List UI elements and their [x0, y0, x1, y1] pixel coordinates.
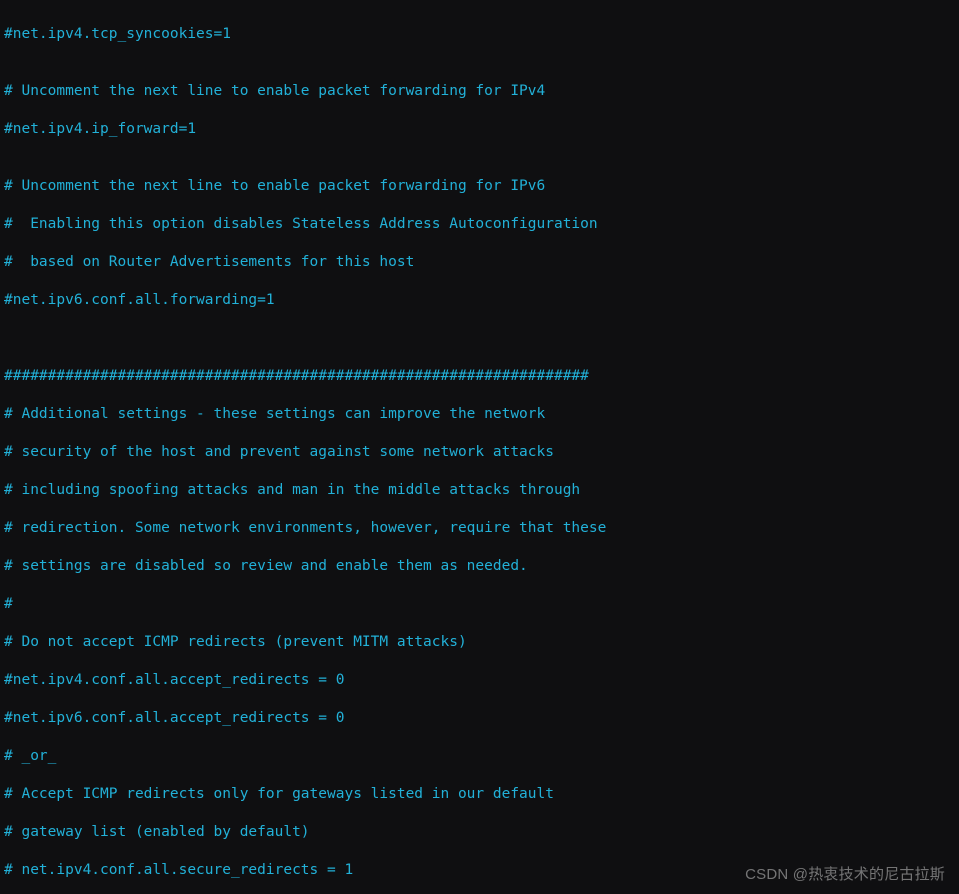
config-line: # Uncomment the next line to enable pack…	[4, 82, 955, 101]
config-line: ########################################…	[4, 367, 955, 386]
config-line: # _or_	[4, 747, 955, 766]
config-line: # based on Router Advertisements for thi…	[4, 253, 955, 272]
config-line: # including spoofing attacks and man in …	[4, 481, 955, 500]
config-line: # Uncomment the next line to enable pack…	[4, 177, 955, 196]
config-line: # settings are disabled so review and en…	[4, 557, 955, 576]
config-line: # gateway list (enabled by default)	[4, 823, 955, 842]
config-line: # security of the host and prevent again…	[4, 443, 955, 462]
config-line: #net.ipv6.conf.all.forwarding=1	[4, 291, 955, 310]
watermark: CSDN @热衷技术的尼古拉斯	[745, 865, 945, 884]
config-line: #	[4, 595, 955, 614]
config-line: #net.ipv4.ip_forward=1	[4, 120, 955, 139]
config-line: # Accept ICMP redirects only for gateway…	[4, 785, 955, 804]
config-line: #net.ipv6.conf.all.accept_redirects = 0	[4, 709, 955, 728]
config-line: # Enabling this option disables Stateles…	[4, 215, 955, 234]
config-line: # Do not accept ICMP redirects (prevent …	[4, 633, 955, 652]
config-line: # Additional settings - these settings c…	[4, 405, 955, 424]
terminal-editor[interactable]: #net.ipv4.tcp_syncookies=1 # Uncomment t…	[0, 0, 959, 894]
config-line: #net.ipv4.conf.all.accept_redirects = 0	[4, 671, 955, 690]
config-line: #net.ipv4.tcp_syncookies=1	[4, 25, 955, 44]
config-line: # redirection. Some network environments…	[4, 519, 955, 538]
